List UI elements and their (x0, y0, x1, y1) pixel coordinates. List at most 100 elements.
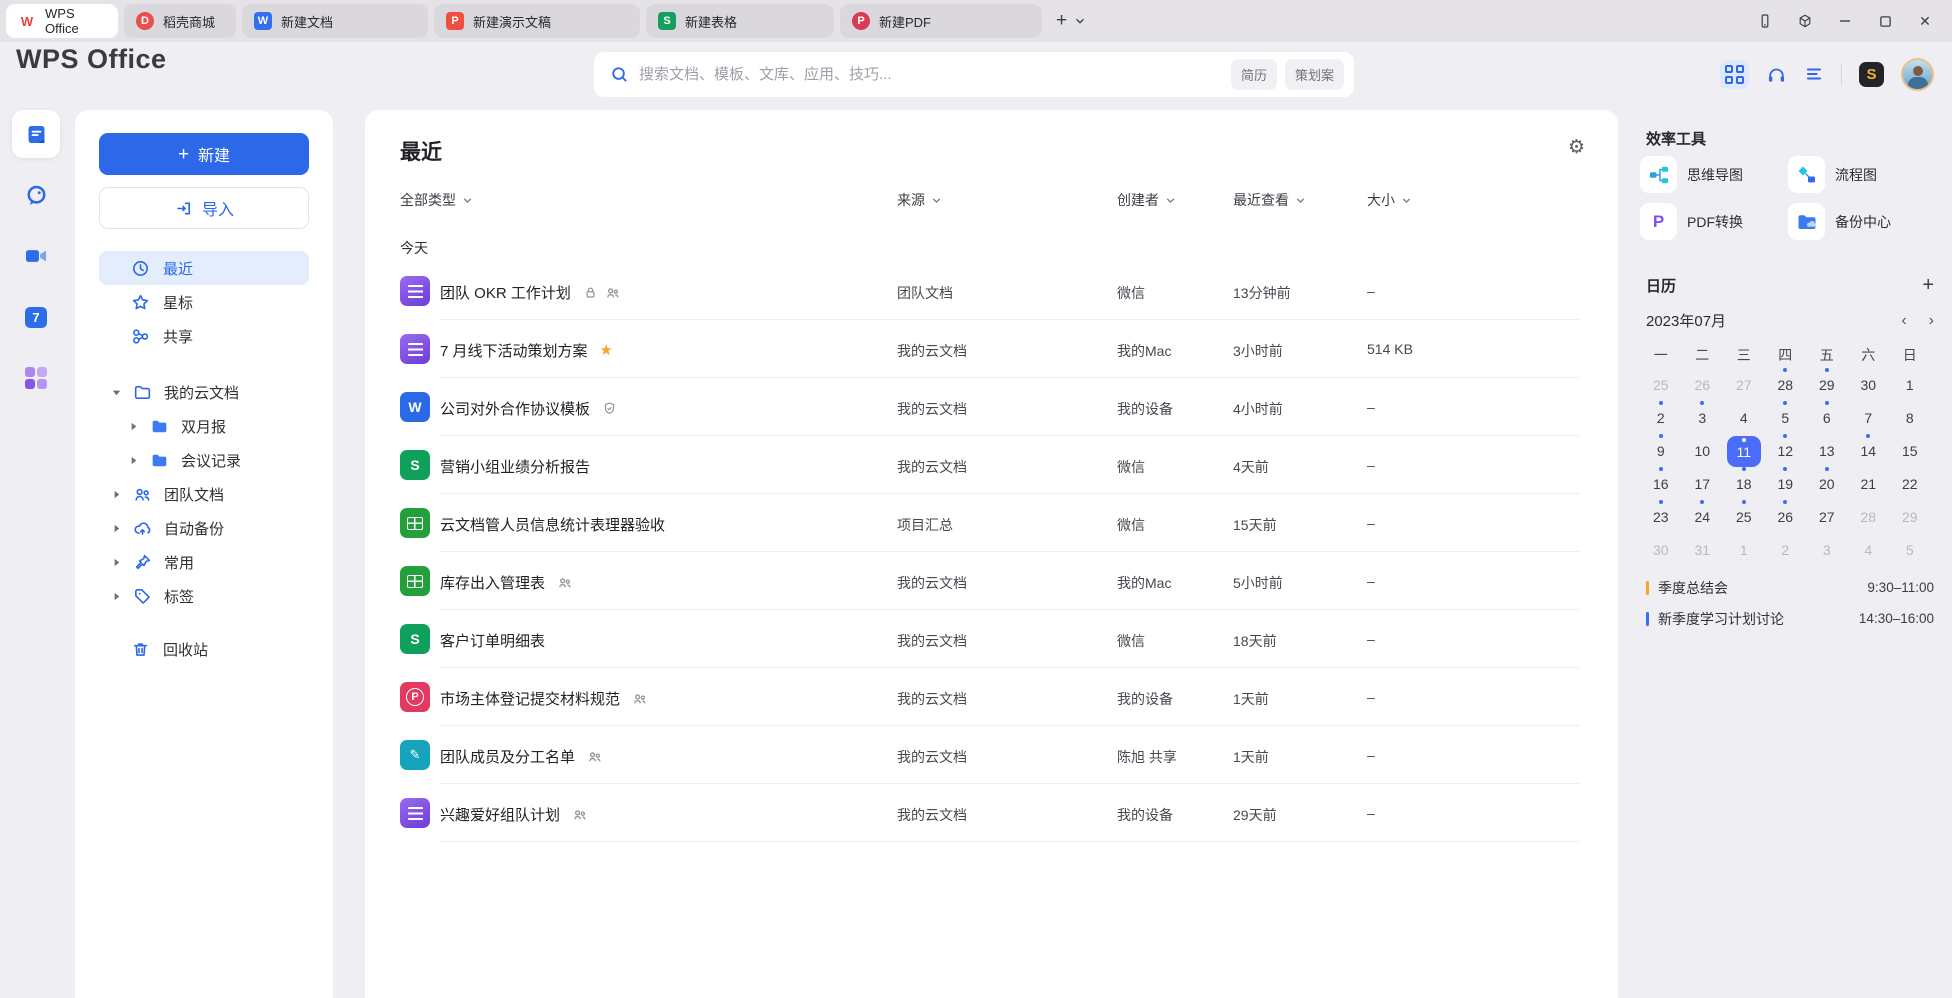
prev-month-icon[interactable]: ‹ (1901, 312, 1906, 330)
sidebar-tree-item[interactable]: 自动备份 (75, 511, 333, 545)
calendar-day[interactable]: 24 (1685, 500, 1719, 533)
sidebar-tree-item[interactable]: 双月报 (75, 409, 333, 443)
calendar-day[interactable]: 7 (1851, 401, 1885, 434)
calendar-day[interactable]: 9 (1644, 434, 1678, 467)
close-button[interactable]: ✕ (1916, 12, 1934, 30)
new-tab-button[interactable]: + (1056, 10, 1067, 32)
caret-right-icon[interactable] (110, 591, 122, 602)
table-row[interactable]: S客户订单明细表我的云文档微信18天前– (365, 610, 1618, 668)
calendar-day[interactable]: 4 (1851, 533, 1885, 566)
table-row[interactable]: ✎团队成员及分工名单我的云文档陈旭 共享1天前– (365, 726, 1618, 784)
caret-right-icon[interactable] (110, 489, 122, 500)
calendar-day[interactable]: 15 (1893, 434, 1927, 467)
search-tag[interactable]: 策划案 (1285, 59, 1344, 90)
sidebar-tree-item[interactable]: 我的云文档 (75, 375, 333, 409)
table-row[interactable]: 兴趣爱好组队计划我的云文档我的设备29天前– (365, 784, 1618, 842)
caret-right-icon[interactable] (127, 455, 139, 466)
calendar-day[interactable]: 5 (1893, 533, 1927, 566)
sidebar-tree-item[interactable]: 团队文档 (75, 477, 333, 511)
calendar-day[interactable]: 29 (1893, 500, 1927, 533)
table-row[interactable]: W公司对外合作协议模板我的云文档我的设备4小时前– (365, 378, 1618, 436)
sidebar-item-trash[interactable]: 回收站 (99, 632, 309, 666)
tab-list-chevron-icon[interactable] (1073, 14, 1087, 28)
calendar-day[interactable]: 25 (1727, 500, 1761, 533)
search-tag[interactable]: 简历 (1231, 59, 1277, 90)
filter-创建者[interactable]: 创建者 (1117, 190, 1177, 210)
filter-大小[interactable]: 大小 (1367, 190, 1413, 210)
tab-pdf[interactable]: P新建PDF (840, 4, 1042, 38)
filter-全部类型[interactable]: 全部类型 (400, 190, 474, 210)
calendar-day[interactable]: 23 (1644, 500, 1678, 533)
table-row[interactable]: 7 月线下活动策划方案★我的云文档我的Mac3小时前514 KB (365, 320, 1618, 378)
tab-presentation[interactable]: P新建演示文稿 (434, 4, 640, 38)
sidebar-item-star[interactable]: 星标 (99, 285, 309, 319)
sidebar-tree-item[interactable]: 会议记录 (75, 443, 333, 477)
table-row[interactable]: 库存出入管理表我的云文档我的Mac5小时前– (365, 552, 1618, 610)
search-input[interactable] (639, 66, 1223, 83)
tab-wps-logo[interactable]: WWPS Office (6, 4, 118, 38)
calendar-day[interactable]: 27 (1810, 500, 1844, 533)
minimize-button[interactable] (1836, 12, 1854, 30)
calendar-day[interactable]: 19 (1768, 467, 1802, 500)
rail-item-meeting[interactable] (12, 232, 60, 280)
calendar-day[interactable]: 2 (1768, 533, 1802, 566)
calendar-day[interactable]: 10 (1685, 434, 1719, 467)
calendar-day[interactable]: 30 (1644, 533, 1678, 566)
menu-icon[interactable] (1804, 64, 1824, 84)
calendar-day[interactable]: 17 (1685, 467, 1719, 500)
calendar-day[interactable]: 14 (1851, 434, 1885, 467)
grid-view-icon[interactable] (1720, 60, 1749, 89)
calendar-day[interactable]: 20 (1810, 467, 1844, 500)
new-document-button[interactable]: + 新建 (99, 133, 309, 175)
table-row[interactable]: 团队 OKR 工作计划团队文档微信13分钟前– (365, 262, 1618, 320)
calendar-day[interactable]: 29 (1810, 368, 1844, 401)
calendar-day[interactable]: 30 (1851, 368, 1885, 401)
table-row[interactable]: S营销小组业绩分析报告我的云文档微信4天前– (365, 436, 1618, 494)
calendar-day[interactable]: 4 (1727, 401, 1761, 434)
add-event-button[interactable]: + (1922, 274, 1934, 297)
caret-right-icon[interactable] (127, 421, 139, 432)
maximize-button[interactable] (1876, 12, 1894, 30)
filter-来源[interactable]: 来源 (897, 190, 943, 210)
table-row[interactable]: 云文档管人员信息统计表理器验收项目汇总微信15天前– (365, 494, 1618, 552)
filter-最近查看[interactable]: 最近查看 (1233, 190, 1307, 210)
mobile-device-icon[interactable] (1756, 12, 1774, 30)
calendar-day[interactable]: 26 (1685, 368, 1719, 401)
calendar-day[interactable]: 8 (1893, 401, 1927, 434)
calendar-day[interactable]: 22 (1893, 467, 1927, 500)
calendar-day[interactable]: 1 (1893, 368, 1927, 401)
user-avatar[interactable] (1901, 58, 1934, 91)
caret-right-icon[interactable] (110, 523, 122, 534)
next-month-icon[interactable]: › (1929, 312, 1934, 330)
calendar-day[interactable]: 13 (1810, 434, 1844, 467)
calendar-day[interactable]: 16 (1644, 467, 1678, 500)
calendar-day[interactable]: 3 (1810, 533, 1844, 566)
rail-item-apps[interactable] (12, 354, 60, 402)
table-row[interactable]: P市场主体登记提交材料规范我的云文档我的设备1天前– (365, 668, 1618, 726)
tool-flowchart[interactable]: 流程图 (1788, 156, 1936, 193)
rail-item-documents[interactable] (12, 110, 60, 158)
tab-docer[interactable]: D稻壳商城 (124, 4, 236, 38)
calendar-day[interactable]: 18 (1727, 467, 1761, 500)
calendar-day[interactable]: 1 (1727, 533, 1761, 566)
import-button[interactable]: 导入 (99, 187, 309, 229)
gear-icon[interactable]: ⚙ (1568, 136, 1585, 159)
sidebar-tree-item[interactable]: 常用 (75, 545, 333, 579)
calendar-day[interactable]: 5 (1768, 401, 1802, 434)
calendar-event[interactable]: 季度总结会9:30–11:00 (1646, 572, 1934, 603)
tool-pdf-convert[interactable]: PPDF转换 (1640, 203, 1788, 240)
calendar-day[interactable]: 31 (1685, 533, 1719, 566)
calendar-day[interactable]: 26 (1768, 500, 1802, 533)
membership-badge-icon[interactable]: S (1859, 62, 1884, 87)
caret-right-icon[interactable] (110, 557, 122, 568)
calendar-day[interactable]: 2 (1644, 401, 1678, 434)
workspace-cube-icon[interactable] (1796, 12, 1814, 30)
sidebar-item-clock[interactable]: 最近 (99, 251, 309, 285)
sidebar-item-share[interactable]: 共享 (99, 319, 309, 353)
tab-writer[interactable]: W新建文档 (242, 4, 428, 38)
calendar-day[interactable]: 25 (1644, 368, 1678, 401)
calendar-event[interactable]: 新季度学习计划讨论14:30–16:00 (1646, 603, 1934, 634)
tool-mindmap[interactable]: 思维导图 (1640, 156, 1788, 193)
sidebar-tree-item[interactable]: 标签 (75, 579, 333, 613)
rail-item-chat[interactable] (12, 171, 60, 219)
